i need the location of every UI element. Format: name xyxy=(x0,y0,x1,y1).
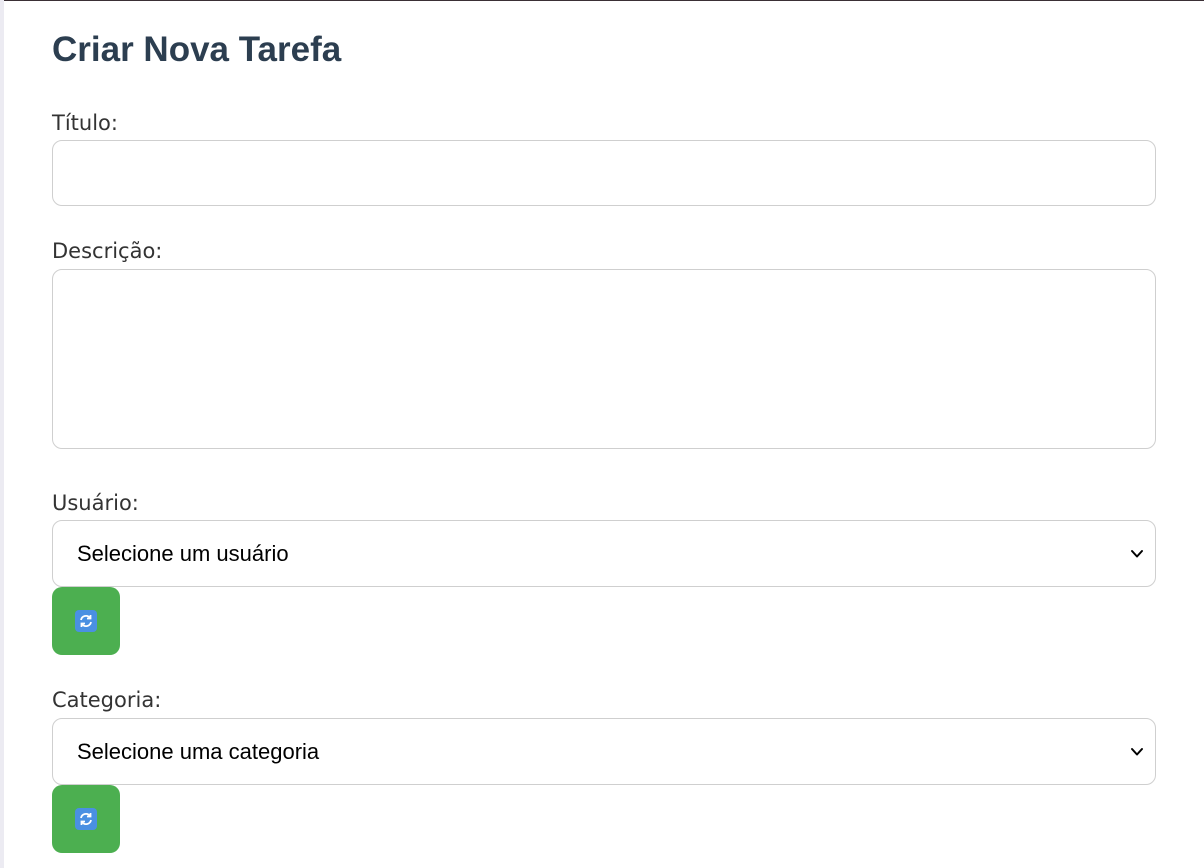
chevron-down-icon xyxy=(1129,744,1145,760)
categoria-label: Categoria: xyxy=(52,688,162,712)
titulo-label: Título: xyxy=(52,111,118,135)
usuario-select[interactable]: Selecione um usuário xyxy=(52,520,1156,587)
categoria-select-value: Selecione uma categoria xyxy=(77,738,320,764)
page-title: Criar Nova Tarefa xyxy=(52,30,342,69)
top-border xyxy=(0,0,1204,1)
titulo-input[interactable] xyxy=(52,140,1156,206)
usuario-select-value: Selecione um usuário xyxy=(77,540,289,566)
refresh-icon xyxy=(75,610,97,632)
left-scroll-strip xyxy=(0,0,4,868)
refresh-categorias-button[interactable] xyxy=(52,785,120,853)
usuario-label: Usuário: xyxy=(52,491,139,515)
chevron-down-icon xyxy=(1129,546,1145,562)
categoria-select[interactable]: Selecione uma categoria xyxy=(52,718,1156,785)
refresh-usuarios-button[interactable] xyxy=(52,587,120,655)
descricao-label: Descrição: xyxy=(52,239,163,263)
descricao-textarea[interactable] xyxy=(52,269,1156,449)
refresh-icon xyxy=(75,808,97,830)
